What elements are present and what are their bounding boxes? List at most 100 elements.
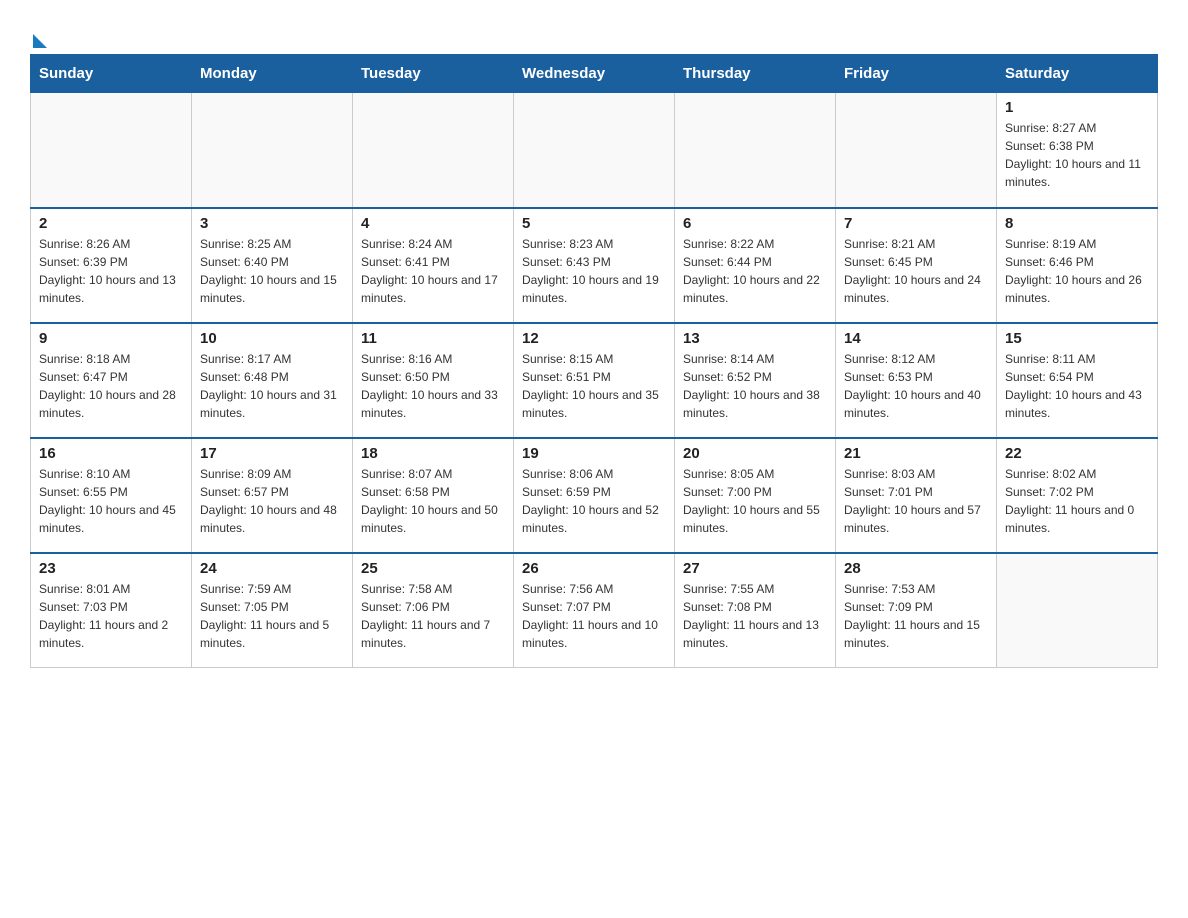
- calendar-cell: 9 Sunrise: 8:18 AMSunset: 6:47 PMDaylight…: [31, 323, 192, 438]
- day-number: 24: [200, 560, 344, 577]
- calendar-cell: 3 Sunrise: 8:25 AMSunset: 6:40 PMDaylight…: [192, 208, 353, 323]
- day-number: 8: [1005, 215, 1149, 232]
- day-info: Sunrise: 8:23 AMSunset: 6:43 PMDaylight:…: [522, 235, 666, 307]
- calendar-table: SundayMondayTuesdayWednesdayThursdayFrid…: [30, 54, 1158, 668]
- day-number: 23: [39, 560, 183, 577]
- calendar-cell: 23 Sunrise: 8:01 AMSunset: 7:03 PMDayligh…: [31, 553, 192, 668]
- weekday-header-tuesday: Tuesday: [353, 55, 514, 93]
- day-number: 7: [844, 215, 988, 232]
- calendar-cell: 14 Sunrise: 8:12 AMSunset: 6:53 PMDayligh…: [836, 323, 997, 438]
- calendar-week-1: 1Sunrise: 8:27 AMSunset: 6:38 PMDaylight…: [31, 93, 1158, 208]
- weekday-header-thursday: Thursday: [675, 55, 836, 93]
- day-info: Sunrise: 8:21 AMSunset: 6:45 PMDaylight:…: [844, 235, 988, 307]
- day-number: 13: [683, 330, 827, 347]
- logo: [30, 30, 47, 44]
- calendar-cell: 27Sunrise: 7:55 AMSunset: 7:08 PMDayligh…: [675, 553, 836, 668]
- day-number: 25: [361, 560, 505, 577]
- calendar-week-3: 9 Sunrise: 8:18 AMSunset: 6:47 PMDaylight…: [31, 323, 1158, 438]
- day-info: Sunrise: 7:55 AMSunset: 7:08 PMDaylight:…: [683, 580, 827, 652]
- day-info: Sunrise: 8:09 AMSunset: 6:57 PMDaylight:…: [200, 465, 344, 537]
- day-number: 10: [200, 330, 344, 347]
- day-number: 9: [39, 330, 183, 347]
- day-number: 12: [522, 330, 666, 347]
- day-info: Sunrise: 8:10 AMSunset: 6:55 PMDaylight:…: [39, 465, 183, 537]
- calendar-cell: 26 Sunrise: 7:56 AMSunset: 7:07 PMDayligh…: [514, 553, 675, 668]
- day-number: 14: [844, 330, 988, 347]
- day-info: Sunrise: 8:01 AMSunset: 7:03 PMDaylight:…: [39, 580, 183, 652]
- calendar-cell: [31, 93, 192, 208]
- calendar-cell: 13 Sunrise: 8:14 AMSunset: 6:52 PMDayligh…: [675, 323, 836, 438]
- day-info: Sunrise: 8:19 AMSunset: 6:46 PMDaylight:…: [1005, 235, 1149, 307]
- calendar-cell: 19 Sunrise: 8:06 AMSunset: 6:59 PMDayligh…: [514, 438, 675, 553]
- calendar-cell: 6 Sunrise: 8:22 AMSunset: 6:44 PMDaylight…: [675, 208, 836, 323]
- calendar-cell: 10 Sunrise: 8:17 AMSunset: 6:48 PMDayligh…: [192, 323, 353, 438]
- calendar-cell: 21 Sunrise: 8:03 AMSunset: 7:01 PMDayligh…: [836, 438, 997, 553]
- day-number: 21: [844, 445, 988, 462]
- day-info: Sunrise: 8:16 AMSunset: 6:50 PMDaylight:…: [361, 350, 505, 422]
- calendar-week-2: 2 Sunrise: 8:26 AMSunset: 6:39 PMDaylight…: [31, 208, 1158, 323]
- weekday-header-monday: Monday: [192, 55, 353, 93]
- calendar-cell: 22 Sunrise: 8:02 AMSunset: 7:02 PMDayligh…: [997, 438, 1158, 553]
- calendar-cell: 16 Sunrise: 8:10 AMSunset: 6:55 PMDayligh…: [31, 438, 192, 553]
- calendar-cell: 8 Sunrise: 8:19 AMSunset: 6:46 PMDaylight…: [997, 208, 1158, 323]
- calendar-cell: [836, 93, 997, 208]
- day-info: Sunrise: 7:59 AMSunset: 7:05 PMDaylight:…: [200, 580, 344, 652]
- calendar-cell: [675, 93, 836, 208]
- calendar-cell: 12 Sunrise: 8:15 AMSunset: 6:51 PMDayligh…: [514, 323, 675, 438]
- calendar-cell: 24 Sunrise: 7:59 AMSunset: 7:05 PMDayligh…: [192, 553, 353, 668]
- day-number: 19: [522, 445, 666, 462]
- day-number: 3: [200, 215, 344, 232]
- day-info: Sunrise: 8:17 AMSunset: 6:48 PMDaylight:…: [200, 350, 344, 422]
- calendar-cell: 2 Sunrise: 8:26 AMSunset: 6:39 PMDaylight…: [31, 208, 192, 323]
- calendar-cell: 1Sunrise: 8:27 AMSunset: 6:38 PMDaylight…: [997, 93, 1158, 208]
- day-info: Sunrise: 8:27 AMSunset: 6:38 PMDaylight:…: [1005, 119, 1149, 191]
- weekday-header-row: SundayMondayTuesdayWednesdayThursdayFrid…: [31, 55, 1158, 93]
- calendar-week-4: 16 Sunrise: 8:10 AMSunset: 6:55 PMDayligh…: [31, 438, 1158, 553]
- calendar-cell: 5 Sunrise: 8:23 AMSunset: 6:43 PMDaylight…: [514, 208, 675, 323]
- day-number: 15: [1005, 330, 1149, 347]
- calendar-cell: [353, 93, 514, 208]
- day-number: 11: [361, 330, 505, 347]
- calendar-cell: [514, 93, 675, 208]
- day-info: Sunrise: 8:26 AMSunset: 6:39 PMDaylight:…: [39, 235, 183, 307]
- day-number: 6: [683, 215, 827, 232]
- day-info: Sunrise: 7:56 AMSunset: 7:07 PMDaylight:…: [522, 580, 666, 652]
- day-info: Sunrise: 8:12 AMSunset: 6:53 PMDaylight:…: [844, 350, 988, 422]
- weekday-header-saturday: Saturday: [997, 55, 1158, 93]
- day-info: Sunrise: 8:06 AMSunset: 6:59 PMDaylight:…: [522, 465, 666, 537]
- calendar-cell: 25 Sunrise: 7:58 AMSunset: 7:06 PMDayligh…: [353, 553, 514, 668]
- calendar-cell: 18 Sunrise: 8:07 AMSunset: 6:58 PMDayligh…: [353, 438, 514, 553]
- calendar-cell: [192, 93, 353, 208]
- day-info: Sunrise: 8:03 AMSunset: 7:01 PMDaylight:…: [844, 465, 988, 537]
- day-number: 17: [200, 445, 344, 462]
- calendar-cell: 20 Sunrise: 8:05 AMSunset: 7:00 PMDayligh…: [675, 438, 836, 553]
- calendar-cell: 7 Sunrise: 8:21 AMSunset: 6:45 PMDaylight…: [836, 208, 997, 323]
- day-info: Sunrise: 8:25 AMSunset: 6:40 PMDaylight:…: [200, 235, 344, 307]
- weekday-header-sunday: Sunday: [31, 55, 192, 93]
- day-number: 16: [39, 445, 183, 462]
- day-info: Sunrise: 7:53 AMSunset: 7:09 PMDaylight:…: [844, 580, 988, 652]
- day-info: Sunrise: 7:58 AMSunset: 7:06 PMDaylight:…: [361, 580, 505, 652]
- day-info: Sunrise: 8:22 AMSunset: 6:44 PMDaylight:…: [683, 235, 827, 307]
- day-number: 22: [1005, 445, 1149, 462]
- day-info: Sunrise: 8:07 AMSunset: 6:58 PMDaylight:…: [361, 465, 505, 537]
- day-info: Sunrise: 8:02 AMSunset: 7:02 PMDaylight:…: [1005, 465, 1149, 537]
- day-number: 18: [361, 445, 505, 462]
- day-info: Sunrise: 8:14 AMSunset: 6:52 PMDaylight:…: [683, 350, 827, 422]
- day-number: 26: [522, 560, 666, 577]
- day-info: Sunrise: 8:05 AMSunset: 7:00 PMDaylight:…: [683, 465, 827, 537]
- calendar-week-5: 23 Sunrise: 8:01 AMSunset: 7:03 PMDayligh…: [31, 553, 1158, 668]
- day-info: Sunrise: 8:18 AMSunset: 6:47 PMDaylight:…: [39, 350, 183, 422]
- calendar-cell: 11 Sunrise: 8:16 AMSunset: 6:50 PMDayligh…: [353, 323, 514, 438]
- calendar-cell: 4Sunrise: 8:24 AMSunset: 6:41 PMDaylight…: [353, 208, 514, 323]
- calendar-cell: [997, 553, 1158, 668]
- logo-triangle-icon: [33, 34, 47, 48]
- weekday-header-friday: Friday: [836, 55, 997, 93]
- day-number: 4: [361, 215, 505, 232]
- calendar-cell: 15 Sunrise: 8:11 AMSunset: 6:54 PMDayligh…: [997, 323, 1158, 438]
- day-info: Sunrise: 8:15 AMSunset: 6:51 PMDaylight:…: [522, 350, 666, 422]
- day-number: 2: [39, 215, 183, 232]
- day-number: 20: [683, 445, 827, 462]
- day-number: 5: [522, 215, 666, 232]
- day-info: Sunrise: 8:11 AMSunset: 6:54 PMDaylight:…: [1005, 350, 1149, 422]
